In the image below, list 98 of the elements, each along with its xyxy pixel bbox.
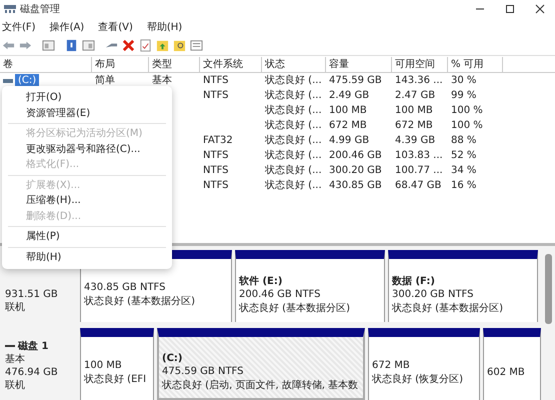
disk-info: 基本	[5, 352, 26, 366]
partition-size: 672 MB	[372, 359, 411, 374]
table-cell: 200.46 GB	[329, 149, 382, 162]
partition-size: 300.20 GB NTFS	[392, 288, 474, 302]
partition-block[interactable]: (C:) 475.59 GB NTFS 状态良好 (启动, 页面文件, 故障转储, 基本数	[157, 328, 365, 400]
table-cell: 672 MB	[329, 119, 367, 132]
menu-item[interactable]: 文件(F)	[2, 20, 36, 34]
disk-name: 磁盘 1	[18, 340, 48, 353]
context-menu-item[interactable]: 压缩卷(H)...	[2, 193, 172, 208]
table-cell: 状态良好 (...	[265, 104, 322, 118]
app-icon	[4, 4, 16, 14]
delete-icon[interactable]	[122, 38, 135, 52]
partition-block[interactable]: 软件 (E:) 200.46 GB NTFS 状态良好 (基本数据分区)	[235, 250, 385, 322]
table-cell: 基本	[152, 74, 172, 88]
volume-name[interactable]: (C:)	[15, 74, 40, 88]
table-cell: 672 MB	[395, 119, 433, 132]
scrollbar[interactable]	[545, 254, 552, 324]
partition-status: 状态良好 (基本数据分区)	[239, 302, 351, 316]
table-cell: 100 MB	[329, 104, 367, 118]
table-cell: 99 %	[451, 89, 476, 102]
checklist-icon[interactable]	[139, 38, 152, 52]
table-cell: FAT32	[203, 134, 233, 148]
partition-block[interactable]: 672 MB 状态良好 (恢复分区)	[368, 328, 480, 400]
partition-status: 状态良好 (恢复分区)	[372, 373, 464, 388]
maximize-icon[interactable]	[505, 4, 515, 14]
context-menu-item[interactable]: 更改驱动器号和路径(C)...	[2, 142, 172, 157]
partition-size: 602 MB	[487, 366, 526, 380]
table-cell: 475.59 GB	[329, 74, 382, 88]
disk-info: 联机	[5, 300, 26, 314]
partition-title: (C:)	[162, 352, 184, 365]
partition-title: 软件 (E:)	[239, 274, 284, 288]
table-cell: 状态良好 (...	[265, 179, 322, 192]
column-header[interactable]: 文件系统	[200, 57, 262, 72]
table-cell: NTFS	[203, 164, 229, 178]
table-cell: 状态良好 (...	[265, 74, 322, 88]
list-icon[interactable]	[190, 38, 203, 52]
partition-size: 475.59 GB NTFS	[162, 364, 244, 379]
volume-icon	[3, 78, 13, 84]
partition-title: 数据 (F:)	[392, 274, 436, 288]
table-cell: 300.20 GB	[329, 164, 382, 178]
table-cell: 30 %	[451, 74, 476, 88]
partition-size: 430.85 GB NTFS	[84, 281, 166, 296]
table-cell: 状态良好 (...	[265, 89, 322, 102]
context-menu-item[interactable]: 属性(P)	[2, 229, 172, 244]
disk-info: 931.51 GB	[5, 288, 59, 301]
close-icon[interactable]	[535, 4, 545, 14]
disk-info: 476.94 GB	[5, 366, 59, 379]
context-menu-item[interactable]: 资源管理器(E)	[2, 106, 172, 121]
menu-item[interactable]: 帮助(H)	[146, 20, 182, 34]
table-cell: 68.47 GB	[395, 179, 442, 192]
folder-search-icon[interactable]	[173, 38, 186, 52]
table-cell: 143.36 ...	[395, 74, 443, 88]
column-header[interactable]: 类型	[149, 57, 200, 72]
partition-status: 状态良好 (EFI	[84, 373, 148, 388]
table-cell: 4.99 GB	[329, 134, 370, 148]
table-cell: 34 %	[451, 164, 476, 178]
column-header[interactable]: 可用空间	[392, 57, 448, 72]
table-cell: 简单	[95, 74, 115, 88]
table-cell: 2.47 GB	[395, 89, 436, 102]
partition-size: 100 MB	[84, 359, 123, 374]
table-cell: 16 %	[451, 179, 476, 192]
table-cell: 状态良好 (...	[265, 149, 322, 162]
partition-size: 200.46 GB NTFS	[239, 288, 322, 302]
table-cell: 100 MB	[395, 104, 433, 118]
partition-block[interactable]: 数据 (F:) 300.20 GB NTFS 状态良好 (基本数据分区)	[388, 250, 538, 322]
table-cell: NTFS	[203, 179, 229, 192]
partition-status: 状态良好 (基本数据分区)	[392, 302, 504, 316]
table-cell: 2.49 GB	[329, 89, 370, 102]
table-cell: NTFS	[203, 89, 229, 102]
table-cell: 4.39 GB	[395, 134, 436, 148]
table-cell: 52 %	[451, 149, 476, 162]
column-header[interactable]: 状态	[262, 57, 326, 72]
menu-item[interactable]: 查看(V)	[98, 20, 133, 34]
partition-block[interactable]: 602 MB	[483, 328, 541, 400]
table-cell: 状态良好 (...	[265, 119, 322, 132]
column-header[interactable]: 卷	[0, 57, 92, 72]
partition-block[interactable]: 100 MB 状态良好 (EFI	[80, 328, 154, 400]
context-menu-item[interactable]: 打开(O)	[2, 90, 172, 106]
table-cell: 100 %	[451, 119, 483, 132]
table-cell: 430.85 GB	[329, 179, 382, 192]
menu-item[interactable]: 操作(A)	[50, 20, 84, 34]
table-cell: 88 %	[451, 134, 476, 148]
table-cell: 103.83 ...	[395, 149, 443, 162]
table-cell: 100 %	[451, 104, 483, 118]
partition-status: 状态良好 (启动, 页面文件, 故障转储, 基本数	[162, 378, 360, 393]
table-cell: NTFS	[203, 149, 229, 162]
column-header[interactable]: % 可用	[448, 57, 503, 72]
column-header[interactable]: 容量	[326, 57, 392, 72]
table-cell: NTFS	[203, 74, 229, 88]
window-title: 磁盘管理	[20, 2, 60, 16]
panel-icon[interactable]	[42, 38, 55, 52]
table-cell: 状态良好 (...	[265, 134, 322, 148]
table-cell: 100.77 ...	[395, 164, 443, 178]
table-cell: 状态良好 (...	[265, 164, 322, 178]
partition-status: 状态良好 (基本数据分区)	[84, 295, 196, 310]
disk-info: 联机	[5, 378, 26, 392]
column-header[interactable]: 布局	[92, 57, 149, 72]
panel-icon[interactable]	[82, 38, 95, 52]
